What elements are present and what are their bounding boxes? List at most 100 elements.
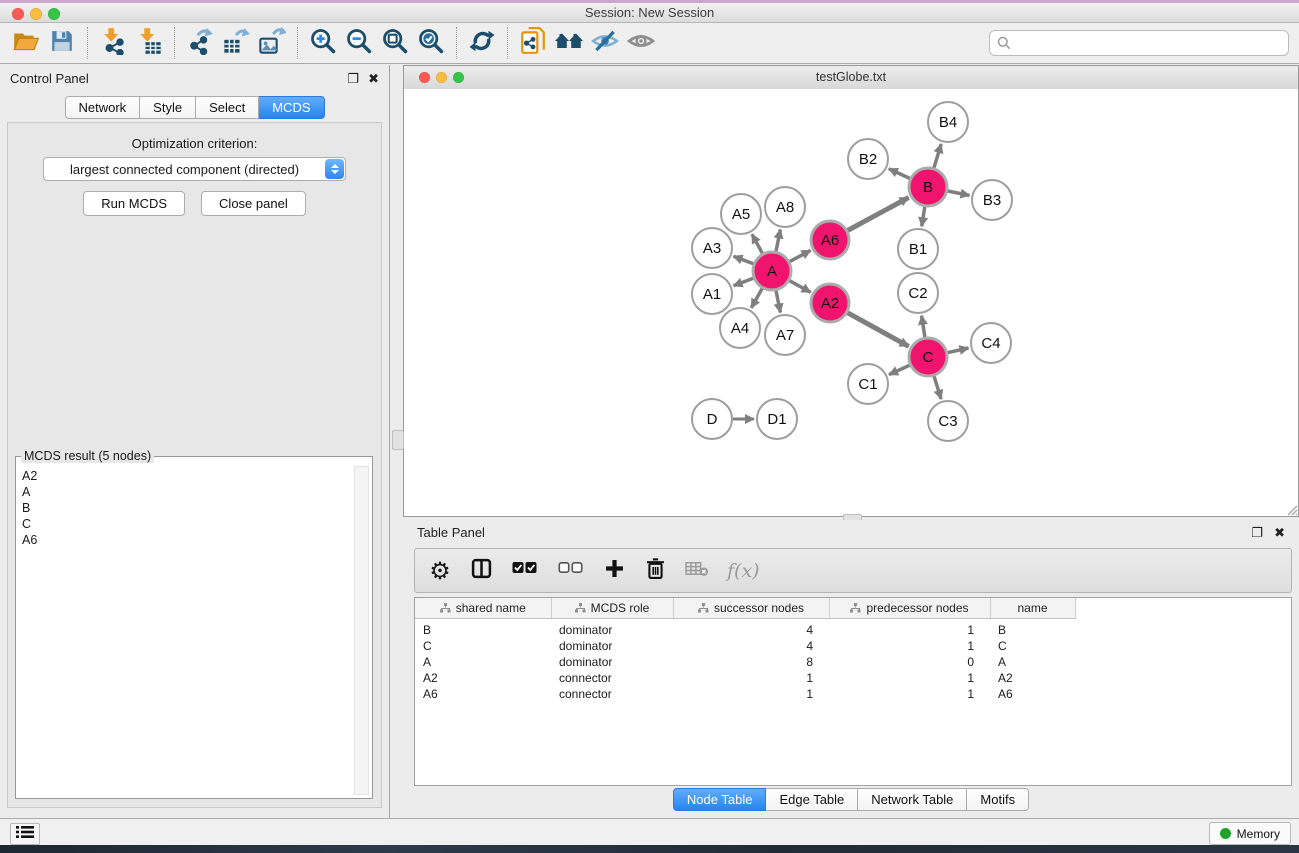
function-builder-button[interactable]: f(x) [727, 559, 760, 583]
graph-node-A4[interactable]: A4 [720, 308, 760, 348]
table-cell[interactable]: dominator [551, 619, 673, 639]
graph-edge-A-A2[interactable] [790, 281, 811, 293]
graph-node-A2[interactable]: A2 [811, 284, 849, 322]
graph-node-A5[interactable]: A5 [721, 194, 761, 234]
table-cell[interactable]: 8 [673, 654, 829, 670]
table-cell[interactable]: dominator [551, 654, 673, 670]
table-row[interactable]: Bdominator41B [415, 619, 1291, 639]
table-cell[interactable]: A6 [415, 686, 551, 702]
table-cell[interactable]: C [990, 638, 1075, 654]
table-cell[interactable]: connector [551, 686, 673, 702]
table-cell[interactable]: dominator [551, 638, 673, 654]
split-view-button[interactable] [470, 559, 492, 583]
export-table-button[interactable] [218, 25, 254, 61]
mcds-result-item[interactable]: B [17, 500, 371, 516]
graph-node-B[interactable]: B [909, 168, 947, 206]
graph-edge-A-A4[interactable] [751, 288, 762, 308]
mcds-result-item[interactable]: A2 [17, 468, 371, 484]
mcds-result-list[interactable]: A2ABCA6 [17, 466, 371, 797]
delete-columns-button[interactable] [644, 559, 666, 583]
graph-node-A8[interactable]: A8 [765, 187, 805, 227]
tab-style[interactable]: Style [140, 96, 196, 119]
import-network-button[interactable] [95, 25, 131, 61]
graph-edge-A-A5[interactable] [752, 234, 762, 253]
criterion-dropdown[interactable]: largest connected component (directed) [43, 157, 346, 181]
graph-node-A6[interactable]: A6 [811, 221, 849, 259]
graph-edge-C-C1[interactable] [889, 365, 910, 374]
zoom-fit-button[interactable] [377, 25, 413, 61]
graph-edge-A-A6[interactable] [790, 250, 811, 261]
graph-edge-B-B2[interactable] [889, 169, 910, 179]
graph-node-A[interactable]: A [753, 252, 791, 290]
graph-node-A7[interactable]: A7 [765, 315, 805, 355]
table-cell[interactable]: 1 [673, 670, 829, 686]
graph-edge-A2-C[interactable] [848, 313, 909, 347]
graph-node-D1[interactable]: D1 [757, 399, 797, 439]
table-cell[interactable]: A2 [415, 670, 551, 686]
import-table-button[interactable] [131, 25, 167, 61]
table-cell[interactable]: A [990, 654, 1075, 670]
run-mcds-button[interactable]: Run MCDS [83, 191, 185, 216]
export-image-button[interactable] [254, 25, 290, 61]
column-header-MCDS-role[interactable]: MCDS role [551, 598, 673, 619]
graph-node-A3[interactable]: A3 [692, 228, 732, 268]
table-row[interactable]: Cdominator41C [415, 638, 1291, 654]
graph-node-C2[interactable]: C2 [898, 273, 938, 313]
graph-edge-A6-B[interactable] [848, 198, 909, 231]
table-cell[interactable]: 0 [829, 654, 990, 670]
table-cell[interactable]: 1 [829, 638, 990, 654]
main-titlebar[interactable]: Session: New Session [0, 3, 1299, 23]
graph-edge-C-C4[interactable] [948, 348, 969, 353]
table-cell[interactable]: B [990, 619, 1075, 639]
refresh-button[interactable] [464, 25, 500, 61]
table-cell[interactable]: 1 [829, 686, 990, 702]
graph-edge-A-A1[interactable] [734, 278, 754, 286]
tab-motifs[interactable]: Motifs [967, 788, 1029, 811]
graph-edge-A-A8[interactable] [776, 230, 780, 252]
add-column-button[interactable] [603, 559, 625, 583]
resize-grip-icon[interactable] [1285, 503, 1298, 516]
network-window-titlebar[interactable]: testGlobe.txt [404, 66, 1298, 90]
mcds-result-item[interactable]: C [17, 516, 371, 532]
mcds-result-item[interactable]: A [17, 484, 371, 500]
search-field[interactable] [989, 30, 1289, 56]
network-graph[interactable]: B4B2BB3A5A8A6A3B1AA1C2A2A4A7C4CC1C3DD1 [404, 89, 1298, 516]
graph-node-B3[interactable]: B3 [972, 180, 1012, 220]
table-settings-button[interactable]: ⚙ [429, 559, 451, 583]
graph-node-C1[interactable]: C1 [848, 364, 888, 404]
tab-select[interactable]: Select [196, 96, 259, 119]
new-network-button[interactable] [515, 25, 551, 61]
table-row[interactable]: A2connector11A2 [415, 670, 1291, 686]
table-cell[interactable]: B [415, 619, 551, 639]
table-cell[interactable]: 4 [673, 638, 829, 654]
hide-graphics-details-button[interactable] [587, 25, 623, 61]
table-cell[interactable]: 1 [673, 686, 829, 702]
unselect-all-columns-button[interactable] [557, 559, 584, 583]
column-header-successor-nodes[interactable]: successor nodes [673, 598, 829, 619]
export-network-button[interactable] [182, 25, 218, 61]
tab-mcds[interactable]: MCDS [259, 96, 324, 119]
float-panel-icon[interactable]: ❐ [347, 71, 359, 87]
table-cell[interactable]: A6 [990, 686, 1075, 702]
graph-edge-B-B4[interactable] [934, 144, 941, 168]
table-cell[interactable]: 1 [829, 670, 990, 686]
result-list-scrollbar[interactable] [354, 466, 369, 795]
save-session-button[interactable] [44, 25, 80, 61]
table-float-panel-icon[interactable]: ❐ [1251, 525, 1263, 541]
graph-edge-B-B3[interactable] [948, 191, 970, 195]
delete-table-button[interactable] [685, 559, 708, 583]
column-header-shared-name[interactable]: shared name [415, 598, 551, 619]
tab-edge-table[interactable]: Edge Table [766, 788, 858, 811]
table-cell[interactable]: A2 [990, 670, 1075, 686]
select-all-columns-button[interactable] [511, 559, 538, 583]
tab-node-table[interactable]: Node Table [673, 788, 767, 811]
tab-network-table[interactable]: Network Table [858, 788, 967, 811]
graph-edge-C-C3[interactable] [934, 376, 941, 399]
zoom-out-button[interactable] [341, 25, 377, 61]
table-cell[interactable]: C [415, 638, 551, 654]
zoom-selected-button[interactable] [413, 25, 449, 61]
graph-edge-C-C2[interactable] [922, 316, 925, 338]
table-cell[interactable]: connector [551, 670, 673, 686]
column-header-predecessor-nodes[interactable]: predecessor nodes [829, 598, 990, 619]
show-graphics-details-button[interactable] [623, 25, 659, 61]
